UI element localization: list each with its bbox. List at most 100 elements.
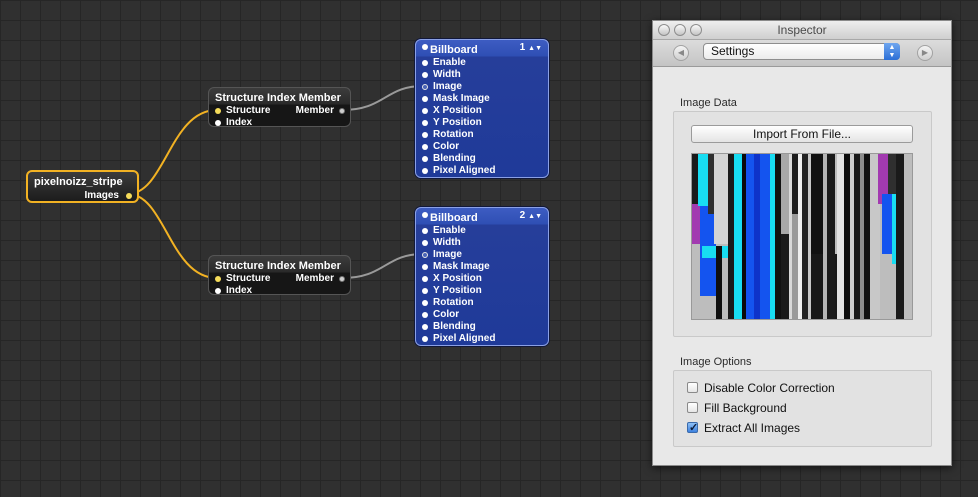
structure-input-label: Structure (226, 273, 271, 284)
port-y-position-dot[interactable] (422, 120, 428, 126)
zoom-window-button[interactable] (690, 24, 702, 36)
layer-number: 1 (519, 42, 526, 53)
extract-all-images-option[interactable]: ✓ Extract All Images (687, 420, 800, 436)
port-blending: Blending (433, 153, 476, 164)
port-y-position-dot[interactable] (422, 288, 428, 294)
disable-color-correction-option[interactable]: Disable Color Correction (687, 380, 835, 396)
billboard-node-1[interactable]: Billboard 1 ▲▼ Enable Width Image Mask Im… (415, 39, 549, 178)
port-image-dot[interactable] (422, 84, 428, 90)
port-width-dot[interactable] (422, 72, 428, 78)
fill-background-option[interactable]: Fill Background (687, 400, 787, 416)
port-enable: Enable (433, 225, 466, 236)
port-y-position: Y Position (433, 285, 482, 296)
port-enable-dot[interactable] (422, 228, 428, 234)
checkmark-icon: ✓ (689, 422, 699, 434)
inspector-toolbar: ◀ Settings ▲ ▼ ▶ (653, 40, 951, 67)
port-blending-dot[interactable] (422, 156, 428, 162)
minimize-window-button[interactable] (674, 24, 686, 36)
extract-all-images-label: Extract All Images (704, 421, 801, 435)
inspector-panel-select[interactable]: Settings ▲ ▼ (703, 43, 900, 60)
port-pixel-aligned-dot[interactable] (422, 336, 428, 342)
port-pixel-aligned-dot[interactable] (422, 168, 428, 174)
structure-input-port[interactable] (215, 276, 221, 282)
port-color: Color (433, 309, 460, 320)
port-color-dot[interactable] (422, 144, 428, 150)
port-pixel-aligned: Pixel Aligned (433, 333, 496, 344)
port-rotation-dot[interactable] (422, 300, 428, 306)
structure-node-title: Structure Index Member (215, 260, 341, 272)
index-input-port[interactable] (215, 120, 221, 126)
extract-all-images-checkbox[interactable]: ✓ (687, 422, 699, 434)
next-panel-button[interactable]: ▶ (917, 45, 933, 61)
port-width: Width (433, 237, 461, 248)
index-input-port[interactable] (215, 288, 221, 294)
stepper-arrows-icon: ▲▼ (528, 213, 542, 220)
image-preview (691, 153, 913, 320)
close-window-button[interactable] (658, 24, 670, 36)
images-output-port[interactable] (126, 193, 132, 199)
port-mask-image-dot[interactable] (422, 96, 428, 102)
images-output-label: Images (84, 190, 119, 201)
port-image-dot[interactable] (422, 252, 428, 258)
port-color-dot[interactable] (422, 312, 428, 318)
wire-member-to-billboard-1-image[interactable] (341, 85, 424, 111)
billboard-enable-indicator (422, 44, 428, 50)
select-arrows-icon: ▲ ▼ (884, 43, 900, 60)
index-input-label: Index (226, 117, 253, 128)
billboard-enable-indicator (422, 212, 428, 218)
panel-select-value: Settings (711, 44, 755, 58)
port-image: Image (433, 81, 462, 92)
structure-input-label: Structure (226, 105, 271, 116)
member-output-port[interactable] (339, 276, 345, 282)
member-output-label: Member (295, 273, 334, 284)
inspector-window: Inspector ◀ Settings ▲ ▼ ▶ Image Data Imp… (652, 20, 952, 466)
import-from-file-button[interactable]: Import From File... (691, 125, 913, 143)
disable-color-correction-label: Disable Color Correction (704, 381, 835, 395)
port-mask-image-dot[interactable] (422, 264, 428, 270)
port-rotation: Rotation (433, 129, 474, 140)
layer-number-stepper[interactable]: 2 ▲▼ (520, 210, 542, 221)
port-enable: Enable (433, 57, 466, 68)
wire-images-to-structure-2[interactable] (127, 193, 218, 279)
port-mask-image: Mask Image (433, 93, 490, 104)
port-width-dot[interactable] (422, 240, 428, 246)
billboard-node-2[interactable]: Billboard 2 ▲▼ Enable Width Image Mask Im… (415, 207, 549, 346)
port-x-position-dot[interactable] (422, 108, 428, 114)
wire-images-to-structure-1[interactable] (127, 109, 218, 195)
port-mask-image: Mask Image (433, 261, 490, 272)
image-data-heading: Image Data (680, 97, 737, 109)
port-image: Image (433, 249, 462, 260)
index-input-label: Index (226, 285, 253, 296)
image-source-node[interactable]: pixelnoizz_stripe Images (26, 170, 139, 203)
disable-color-correction-checkbox[interactable] (687, 382, 698, 393)
fill-background-label: Fill Background (704, 401, 787, 415)
structure-node-title: Structure Index Member (215, 92, 341, 104)
port-color: Color (433, 141, 460, 152)
structure-index-member-node-1[interactable]: Structure Index Member Structure Index M… (208, 87, 351, 128)
wire-member-to-billboard-2-image[interactable] (341, 253, 424, 279)
port-x-position: X Position (433, 273, 482, 284)
image-preview-graphic (692, 154, 912, 319)
port-width: Width (433, 69, 461, 80)
fill-background-checkbox[interactable] (687, 402, 698, 413)
back-arrow-icon: ◀ (677, 48, 685, 57)
port-blending: Blending (433, 321, 476, 332)
layer-number-stepper[interactable]: 1 ▲▼ (520, 42, 542, 53)
port-x-position-dot[interactable] (422, 276, 428, 282)
source-node-title: pixelnoizz_stripe (34, 176, 123, 188)
port-pixel-aligned: Pixel Aligned (433, 165, 496, 176)
structure-input-port[interactable] (215, 108, 221, 114)
image-options-heading: Image Options (680, 356, 752, 368)
member-output-label: Member (295, 105, 334, 116)
previous-panel-button[interactable]: ◀ (673, 45, 689, 61)
port-blending-dot[interactable] (422, 324, 428, 330)
port-x-position: X Position (433, 105, 482, 116)
stepper-arrows-icon: ▲▼ (528, 45, 542, 52)
inspector-titlebar[interactable]: Inspector (653, 21, 951, 40)
structure-index-member-node-2[interactable]: Structure Index Member Structure Index M… (208, 255, 351, 296)
forward-arrow-icon: ▶ (921, 48, 929, 57)
port-rotation-dot[interactable] (422, 132, 428, 138)
port-enable-dot[interactable] (422, 60, 428, 66)
layer-number: 2 (519, 210, 526, 221)
member-output-port[interactable] (339, 108, 345, 114)
